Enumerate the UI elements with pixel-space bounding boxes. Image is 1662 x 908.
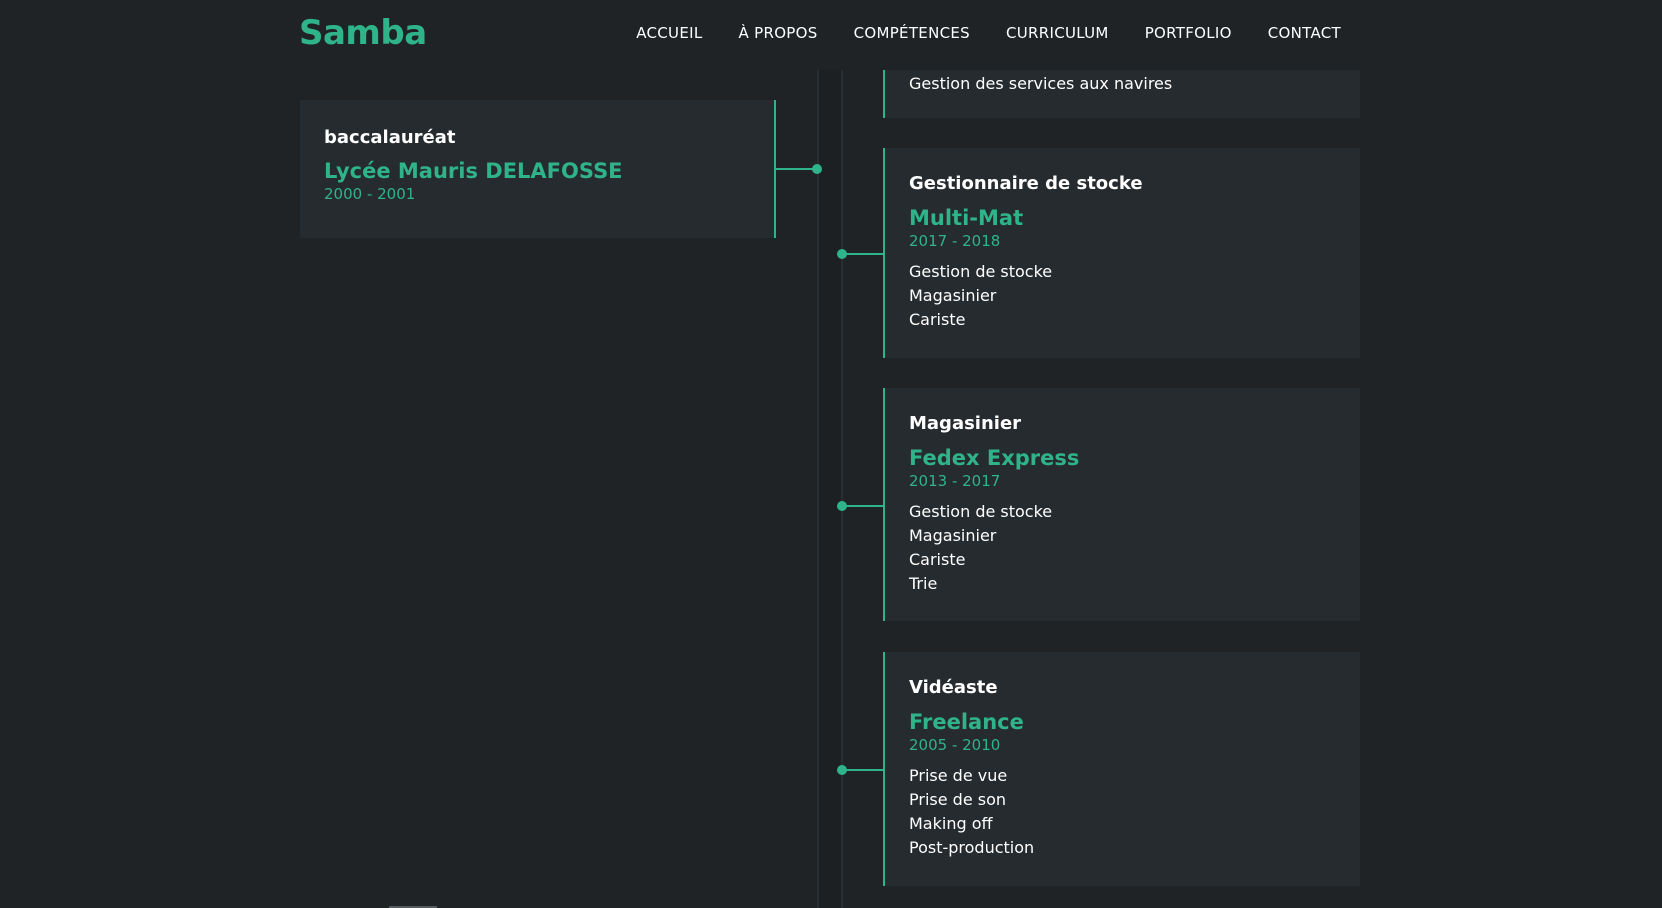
duty-item: Magasinier [909, 286, 997, 305]
experience-dates: 2005 - 2010 [909, 736, 1001, 754]
experience-title: Vidéaste [909, 677, 998, 698]
duty-item: Trie [909, 574, 938, 593]
nav-link-accueil[interactable]: ACCUEIL [636, 24, 702, 42]
experience-timeline-dot [837, 501, 847, 511]
timeline-rail-right [841, 70, 843, 908]
experience-duties: Gestion de stocke Magasinier Cariste [909, 260, 1052, 332]
experience-duties: Gestion de stocke Magasinier Cariste Tri… [909, 500, 1052, 596]
duty-item: Prise de son [909, 790, 1007, 809]
education-connector [776, 168, 816, 170]
nav-link-portfolio[interactable]: PORTFOLIO [1145, 24, 1232, 42]
experience-connector [843, 505, 883, 507]
experience-company: Multi-Mat [909, 206, 1024, 230]
experience-card: Vidéaste Freelance 2005 - 2010 Prise de … [883, 652, 1360, 886]
experience-duties: Prise de vue Prise de son Making off Pos… [909, 764, 1034, 860]
experience-connector [843, 253, 883, 255]
duty-item: Making off [909, 814, 993, 833]
experience-title: Gestionnaire de stocke [909, 173, 1143, 194]
duty-item: Prise de vue [909, 766, 1008, 785]
experience-title: Magasinier [909, 413, 1022, 434]
experience-company: Fedex Express [909, 446, 1080, 470]
duty-item: Gestion des services aux navires [909, 74, 1173, 93]
experience-card: Gestionnaire de stocke Multi-Mat 2017 - … [883, 148, 1360, 358]
education-timeline-dot [812, 164, 822, 174]
duty-item: Magasinier [909, 526, 997, 545]
duty-item: Cariste [909, 310, 966, 329]
duty-item: Post-production [909, 838, 1035, 857]
experience-card: Magasinier Fedex Express 2013 - 2017 Ges… [883, 388, 1360, 621]
duty-item: Cariste [909, 550, 966, 569]
timeline-rail-left [817, 70, 819, 908]
nav-link-curriculum[interactable]: CURRICULUM [1006, 24, 1109, 42]
nav-link-competences[interactable]: COMPÉTENCES [854, 24, 970, 42]
timeline-track [819, 70, 841, 908]
top-navbar: Samba ACCUEIL À PROPOS COMPÉTENCES CURRI… [0, 0, 1662, 70]
experience-duties: Gestion des services aux navires [909, 72, 1172, 96]
education-school: Lycée Mauris DELAFOSSE [324, 159, 623, 183]
duty-item: Gestion de stocke [909, 502, 1053, 521]
experience-timeline-dot [837, 765, 847, 775]
experience-connector [843, 769, 883, 771]
experience-card: Gestion des services aux navires [883, 66, 1360, 118]
education-dates: 2000 - 2001 [324, 185, 416, 203]
experience-dates: 2013 - 2017 [909, 472, 1001, 490]
duty-item: Gestion de stocke [909, 262, 1053, 281]
education-title: baccalauréat [324, 127, 456, 148]
experience-company: Freelance [909, 710, 1024, 734]
site-logo[interactable]: Samba [299, 13, 427, 53]
experience-timeline-dot [837, 249, 847, 259]
experience-dates: 2017 - 2018 [909, 232, 1001, 250]
main-nav: ACCUEIL À PROPOS COMPÉTENCES CURRICULUM … [636, 24, 1341, 42]
nav-link-contact[interactable]: CONTACT [1268, 24, 1341, 42]
education-card: baccalauréat Lycée Mauris DELAFOSSE 2000… [300, 100, 776, 238]
nav-link-a-propos[interactable]: À PROPOS [739, 24, 818, 42]
